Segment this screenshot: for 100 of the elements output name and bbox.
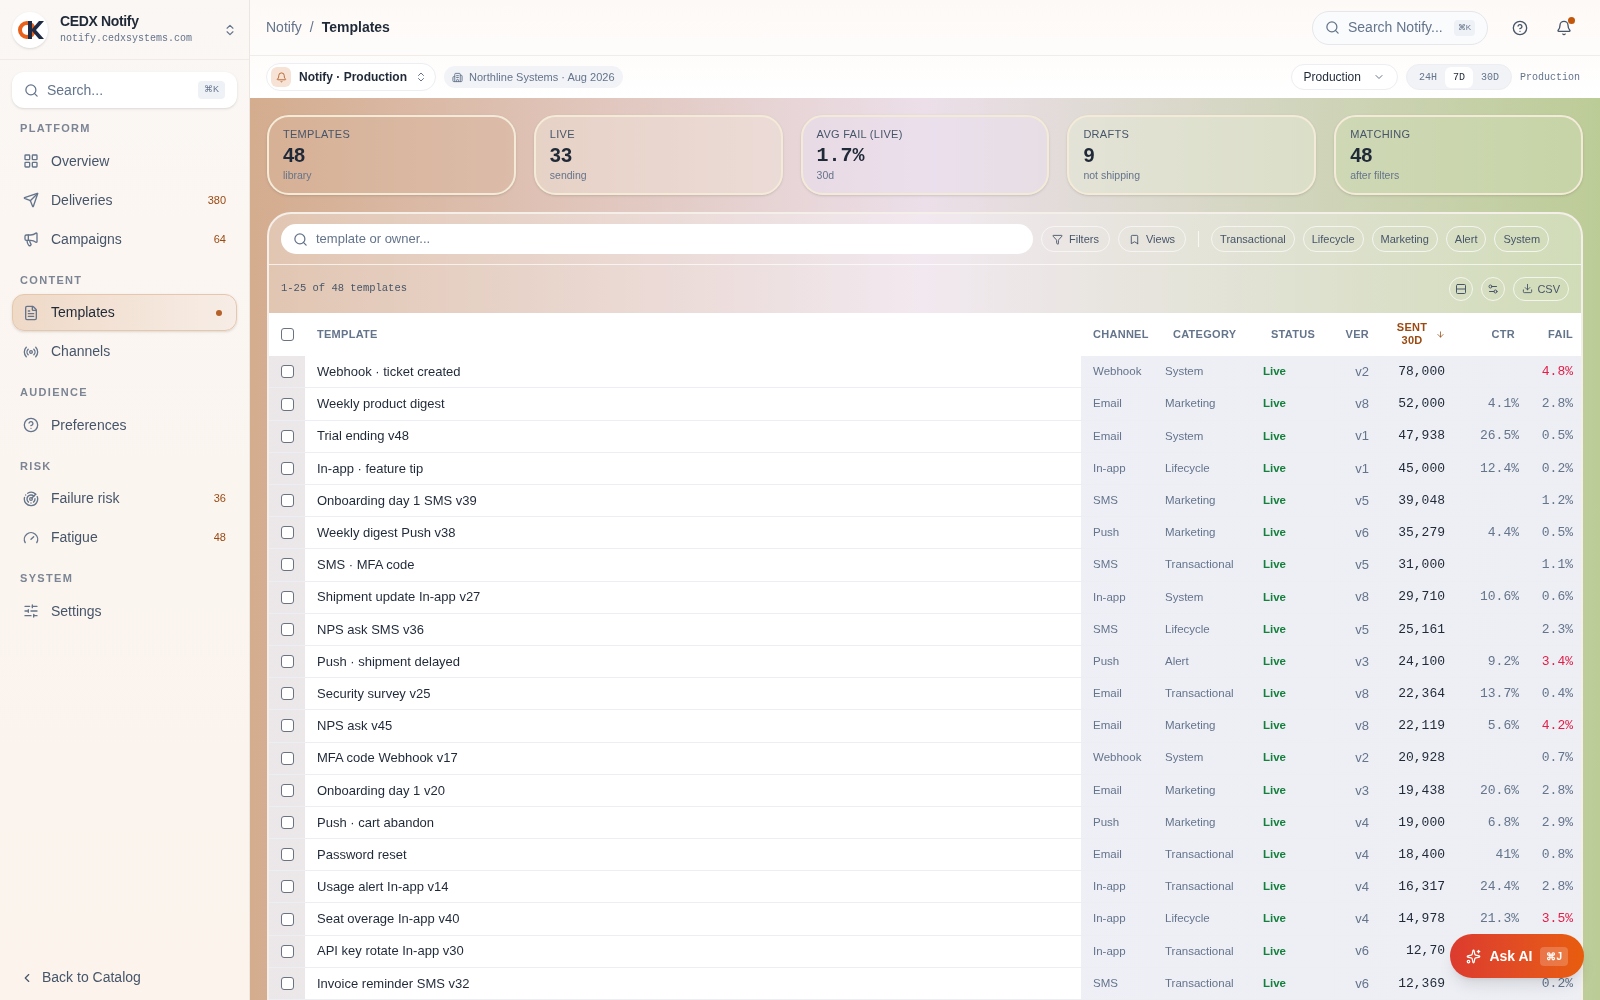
template-name[interactable]: API key rotate In-app v30	[305, 935, 1081, 967]
nav-item[interactable]: Deliveries 380	[12, 181, 237, 219]
status-label: Live	[1262, 653, 1287, 669]
column-header[interactable]: STATUS	[1259, 326, 1325, 343]
template-name[interactable]: Trial ending v48	[305, 420, 1081, 452]
sidebar-search[interactable]: Search... ⌘K	[12, 72, 237, 108]
stat-label: MATCHING	[1350, 127, 1412, 142]
row-checkbox[interactable]	[280, 494, 294, 508]
nav-item[interactable]: Overview	[12, 142, 237, 180]
ask-ai-button[interactable]: Ask AI ⌘J	[1450, 934, 1584, 978]
range-tab[interactable]: 7D	[1444, 66, 1473, 88]
status-label: Live	[1262, 911, 1287, 927]
row-checkbox[interactable]	[280, 880, 294, 894]
row-checkbox[interactable]	[280, 719, 294, 733]
template-name[interactable]: Seat overage In-app v40	[305, 903, 1081, 935]
search-icon	[1325, 20, 1340, 35]
workspace-switcher[interactable]: Notify · Production	[266, 63, 436, 91]
column-header[interactable]: CTR	[1453, 326, 1523, 343]
template-name[interactable]: Onboarding day 1 v20	[305, 774, 1081, 806]
row-checkbox[interactable]	[280, 461, 294, 475]
table-cell-text: 31,000	[1397, 556, 1446, 575]
table-cell-text: v8	[1354, 395, 1370, 414]
nav-item[interactable]: Campaigns 64	[12, 220, 237, 258]
table-cell-text: Marketing	[1164, 493, 1217, 508]
nav-item[interactable]: Settings	[12, 592, 237, 630]
section-heading: AUDIENCE	[19, 385, 89, 400]
table-cell-text: Push	[1092, 814, 1121, 830]
template-name[interactable]: MFA code Webhook v17	[305, 742, 1081, 774]
template-name[interactable]: Weekly digest Push v38	[305, 517, 1081, 549]
stat-value: 9	[1083, 142, 1096, 168]
template-name[interactable]: Weekly product digest	[305, 388, 1081, 420]
nav-item[interactable]: Failure risk 36	[12, 480, 237, 517]
nav-label: Templates	[51, 303, 116, 322]
row-checkbox[interactable]	[280, 365, 294, 379]
notifications-button[interactable]	[1556, 19, 1572, 36]
filter-icon	[1052, 233, 1063, 245]
table-cell-text: SMS	[1092, 621, 1119, 637]
column-header[interactable]: TEMPLATE	[305, 326, 1081, 343]
column-header[interactable]: CHANNEL	[1081, 326, 1161, 343]
row-checkbox[interactable]	[280, 751, 294, 765]
row-checkbox[interactable]	[280, 526, 294, 540]
table-cell-text: v4	[1354, 845, 1370, 864]
nav-item[interactable]: Preferences	[12, 406, 237, 444]
template-name[interactable]: Shipment update In-app v27	[305, 581, 1081, 613]
nav-item[interactable]: Fatigue 48	[12, 519, 237, 556]
status-label: Live	[1262, 493, 1287, 508]
search-placeholder: template or owner...	[316, 230, 431, 249]
environment-select[interactable]: Production	[1290, 64, 1398, 90]
table-cell-text: 12,70	[1405, 942, 1446, 961]
nav-item[interactable]: Templates	[12, 294, 237, 331]
nav-label: Channels	[51, 342, 112, 361]
row-checkbox[interactable]	[280, 655, 294, 669]
row-checkbox[interactable]	[280, 816, 294, 829]
template-name[interactable]: SMS · MFA code	[305, 549, 1081, 581]
row-checkbox[interactable]	[280, 590, 294, 604]
row-checkbox[interactable]	[280, 848, 294, 862]
column-header[interactable]: CATEGORY	[1161, 326, 1259, 343]
template-name[interactable]: Security survey v25	[305, 678, 1081, 710]
nav-item[interactable]: Channels	[12, 333, 237, 370]
template-name[interactable]: In-app · feature tip	[305, 452, 1081, 484]
table-cell-text: 13.7%	[1479, 685, 1520, 703]
column-header[interactable]: SENT 30D	[1377, 320, 1453, 349]
template-name[interactable]: Usage alert In-app v14	[305, 871, 1081, 903]
table-cell-text: Push	[1092, 653, 1121, 669]
row-checkbox[interactable]	[280, 687, 294, 701]
table-cell-text: 26.5%	[1479, 427, 1520, 446]
template-search[interactable]: template or owner...	[281, 224, 1033, 255]
row-checkbox[interactable]	[280, 397, 294, 411]
template-name[interactable]: Webhook · ticket created	[305, 356, 1081, 388]
nav-label: Fatigue	[51, 528, 99, 547]
row-checkbox[interactable]	[280, 944, 294, 958]
help-icon[interactable]	[1512, 19, 1528, 36]
table-cell-text: 24,100	[1397, 652, 1446, 671]
template-name[interactable]: Onboarding day 1 SMS v39	[305, 485, 1081, 517]
back-link[interactable]: Back to Catalog	[0, 967, 249, 1000]
template-name[interactable]: Push · cart abandon	[305, 806, 1081, 839]
row-checkbox[interactable]	[280, 783, 294, 797]
table-cell-text: v1	[1354, 427, 1370, 446]
row-checkbox[interactable]	[280, 912, 294, 926]
table-cell-text: Email	[1092, 686, 1123, 702]
range-tab[interactable]: 30D	[1472, 66, 1507, 88]
column-header[interactable]: VER	[1325, 326, 1377, 343]
global-search[interactable]: Search Notify... ⌘K	[1312, 10, 1488, 45]
template-name[interactable]: NPS ask SMS v36	[305, 613, 1081, 645]
range-tab[interactable]: 24H	[1410, 66, 1445, 88]
row-checkbox[interactable]	[280, 558, 294, 572]
nav-icon	[23, 529, 39, 546]
template-name[interactable]: Password reset	[305, 839, 1081, 871]
table-cell-text: Lifecycle	[1164, 621, 1211, 637]
template-name[interactable]: Invoice reminder SMS v32	[305, 967, 1081, 999]
row-checkbox[interactable]	[280, 976, 294, 990]
column-header[interactable]: FAIL	[1523, 326, 1581, 343]
template-name[interactable]: NPS ask v45	[305, 710, 1081, 742]
table-cell-text: Email	[1092, 847, 1123, 863]
select-all-checkbox[interactable]	[280, 327, 294, 341]
breadcrumb-link[interactable]: Notify	[266, 17, 302, 38]
stat-value: 33	[549, 142, 574, 168]
template-name[interactable]: Push · shipment delayed	[305, 645, 1081, 678]
row-checkbox[interactable]	[280, 622, 294, 636]
row-checkbox[interactable]	[280, 429, 294, 443]
